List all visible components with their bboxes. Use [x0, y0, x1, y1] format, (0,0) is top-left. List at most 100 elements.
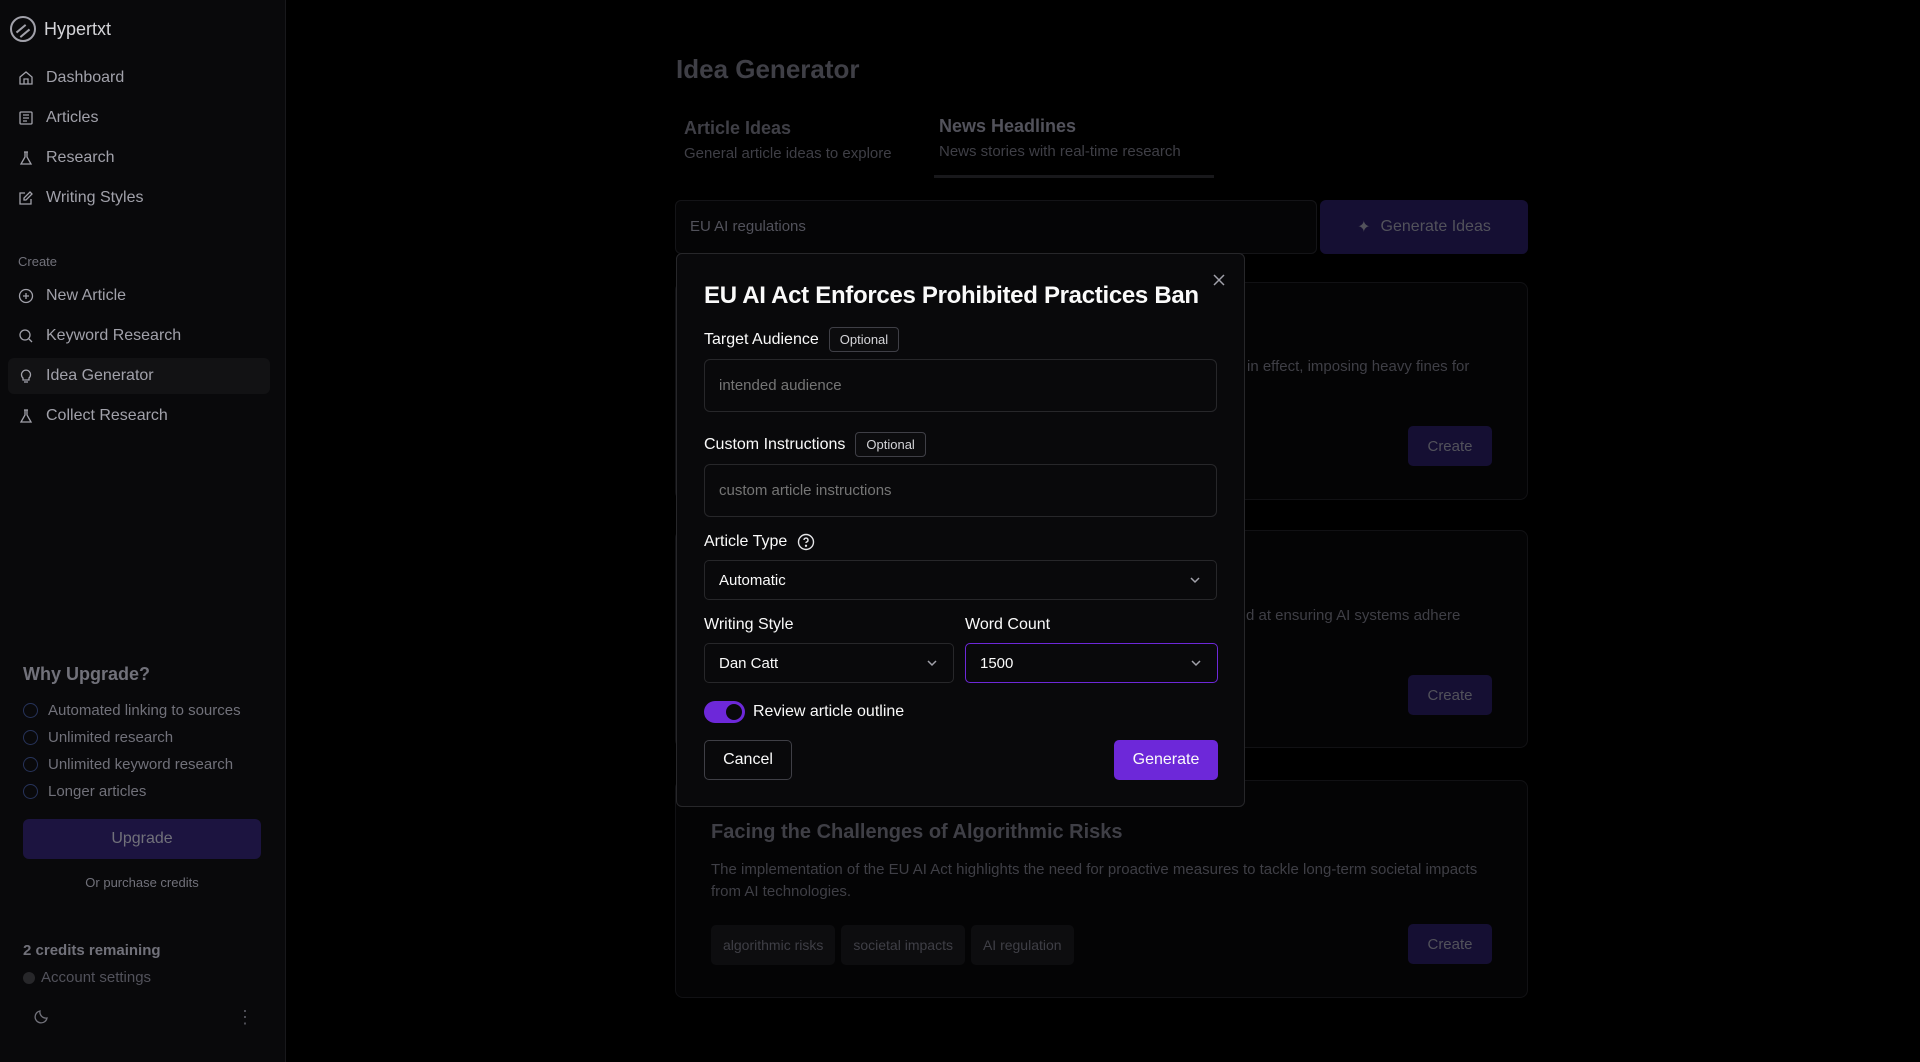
- upgrade-button[interactable]: Upgrade: [23, 819, 261, 859]
- review-outline-toggle[interactable]: [704, 701, 745, 723]
- word-count-select[interactable]: 1500: [965, 643, 1218, 683]
- search-icon: [18, 328, 34, 344]
- perk-item: Automated linking to sources: [23, 697, 261, 724]
- writing-style-label: Writing Style: [704, 616, 794, 633]
- check-circle-icon: [23, 730, 38, 745]
- sidebar-item-research[interactable]: Research: [8, 140, 270, 176]
- main-nav: Dashboard Articles Research Writing Styl…: [8, 60, 270, 220]
- pencil-square-icon: [18, 190, 34, 206]
- credits-remaining: 2 credits remaining: [23, 942, 161, 959]
- hypertxt-logo-icon: [10, 16, 36, 42]
- perk-item: Unlimited research: [23, 724, 261, 751]
- perk-item: Longer articles: [23, 778, 261, 805]
- create-button[interactable]: Create: [1408, 426, 1492, 466]
- tab-title: Article Ideas: [684, 118, 792, 138]
- moon-icon[interactable]: [34, 1008, 52, 1026]
- plus-circle-icon: [18, 288, 34, 304]
- modal-title: EU AI Act Enforces Prohibited Practices …: [704, 282, 1199, 309]
- generate-button[interactable]: Generate: [1114, 740, 1218, 780]
- generate-ideas-label: Generate Ideas: [1380, 218, 1491, 235]
- field-label-text: Article Type: [704, 533, 788, 550]
- sidebar-item-keyword-research[interactable]: Keyword Research: [8, 318, 270, 354]
- select-value: Automatic: [719, 571, 786, 589]
- optional-badge: Optional: [855, 432, 926, 457]
- more-vertical-icon[interactable]: ⋮: [236, 1008, 254, 1026]
- cancel-button[interactable]: Cancel: [704, 740, 792, 780]
- flask-icon: [18, 150, 34, 166]
- topic-input[interactable]: EU AI regulations: [675, 200, 1317, 254]
- document-list-icon: [18, 110, 34, 126]
- check-circle-icon: [23, 784, 38, 799]
- sidebar-item-writing-styles[interactable]: Writing Styles: [8, 180, 270, 216]
- tag-list: algorithmic risks societal impacts AI re…: [711, 925, 1074, 965]
- tag: societal impacts: [841, 925, 965, 965]
- account-settings-label: Account settings: [41, 969, 152, 986]
- card-desc-fragment: d at ensuring AI systems adhere: [1246, 607, 1461, 624]
- card-desc: The implementation of the EU AI Act high…: [711, 861, 1478, 900]
- help-circle-icon[interactable]: [797, 533, 815, 551]
- writing-style-select[interactable]: Dan Catt: [704, 643, 954, 683]
- tab-article-ideas[interactable]: Article Ideas General article ideas to e…: [684, 118, 892, 162]
- perk-label: Unlimited research: [48, 729, 174, 746]
- page-title: Idea Generator: [676, 54, 860, 84]
- tab-news-headlines[interactable]: News Headlines News stories with real-ti…: [939, 116, 1181, 160]
- sidebar-item-collect-research[interactable]: Collect Research: [8, 398, 270, 434]
- perk-label: Automated linking to sources: [48, 702, 241, 719]
- sidebar-item-label: Collect Research: [46, 407, 168, 424]
- sidebar-item-label: Articles: [46, 109, 99, 126]
- close-icon[interactable]: [1211, 272, 1229, 290]
- perk-item: Unlimited keyword research: [23, 751, 261, 778]
- create-nav: New Article Keyword Research Idea Genera…: [8, 278, 270, 438]
- sidebar-item-label: New Article: [46, 287, 127, 304]
- purchase-credits-link[interactable]: Or purchase credits: [23, 875, 261, 890]
- brand-name: Hypertxt: [44, 18, 112, 39]
- account-settings-link[interactable]: Account settings: [23, 969, 151, 986]
- upgrade-title: Why Upgrade?: [23, 664, 151, 684]
- target-audience-input[interactable]: [704, 359, 1217, 412]
- sidebar-item-label: Keyword Research: [46, 327, 182, 344]
- chevron-down-icon: [1190, 577, 1200, 584]
- gear-icon: [23, 971, 35, 984]
- sidebar-item-label: Writing Styles: [46, 189, 144, 206]
- idea-card: Facing the Challenges of Algorithmic Ris…: [675, 780, 1528, 998]
- article-type-label: Article Type: [704, 533, 815, 551]
- sidebar-item-label: Research: [46, 149, 115, 166]
- create-button[interactable]: Create: [1408, 675, 1492, 715]
- sidebar-item-dashboard[interactable]: Dashboard: [8, 60, 270, 96]
- idea-tabs: Article Ideas General article ideas to e…: [676, 116, 1216, 180]
- target-audience-label: Target Audience Optional: [704, 327, 900, 352]
- sidebar-item-idea-generator[interactable]: Idea Generator: [8, 358, 270, 394]
- tag: AI regulation: [970, 925, 1074, 965]
- create-button[interactable]: Create: [1408, 924, 1492, 964]
- toggle-knob: [726, 704, 742, 720]
- sidebar: Hypertxt Dashboard Articles Research Wri…: [0, 0, 286, 1062]
- optional-badge: Optional: [828, 327, 900, 352]
- sidebar-item-articles[interactable]: Articles: [8, 100, 270, 136]
- chevron-down-icon: [1191, 660, 1201, 667]
- card-title: Facing the Challenges of Algorithmic Ris…: [711, 821, 1123, 843]
- sidebar-item-label: Idea Generator: [46, 367, 154, 384]
- review-outline-label: Review article outline: [753, 703, 905, 720]
- active-tab-indicator: [934, 175, 1214, 178]
- tab-desc: General article ideas to explore: [684, 145, 892, 162]
- custom-instructions-label: Custom Instructions Optional: [704, 432, 926, 457]
- perk-label: Unlimited keyword research: [48, 756, 234, 773]
- upgrade-panel: Why Upgrade? Automated linking to source…: [23, 664, 261, 890]
- word-count-label: Word Count: [965, 616, 1051, 633]
- field-label-text: Target Audience: [704, 330, 819, 348]
- article-type-select[interactable]: Automatic: [704, 560, 1217, 600]
- home-icon: [18, 70, 34, 86]
- generate-ideas-button[interactable]: ✦ Generate Ideas: [1320, 200, 1528, 254]
- create-article-modal: EU AI Act Enforces Prohibited Practices …: [676, 253, 1245, 807]
- check-circle-icon: [23, 757, 38, 772]
- brand[interactable]: Hypertxt: [10, 14, 111, 44]
- tag: algorithmic risks: [711, 925, 836, 965]
- tab-title: News Headlines: [939, 116, 1077, 136]
- field-label-text: Custom Instructions: [704, 435, 846, 453]
- card-desc-fragment: in effect, imposing heavy fines for: [1247, 358, 1470, 375]
- create-section-label: Create: [18, 254, 58, 269]
- custom-instructions-input[interactable]: [704, 464, 1217, 517]
- sidebar-item-new-article[interactable]: New Article: [8, 278, 270, 314]
- lightbulb-icon: [18, 368, 34, 384]
- check-circle-icon: [23, 703, 38, 718]
